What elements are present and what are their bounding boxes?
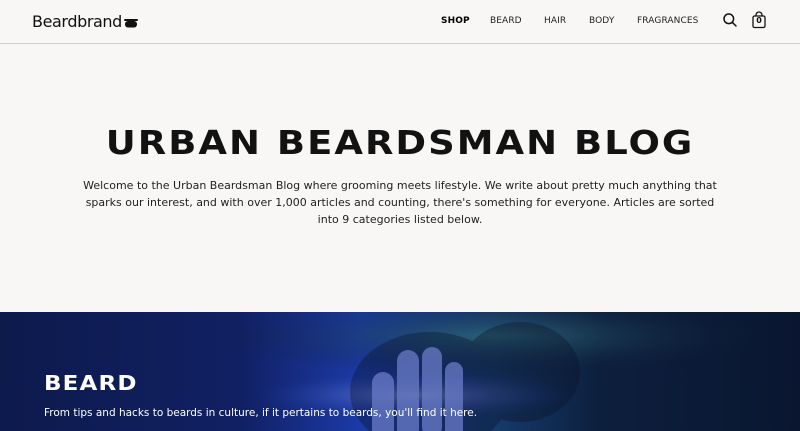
nav-item-fragrances[interactable]: FRAGRANCES (637, 16, 699, 26)
page-title: URBAN BEARDSMAN BLOG (105, 123, 695, 162)
brand-logo[interactable]: Beardbrand (32, 12, 138, 31)
cart-button[interactable]: 0 (751, 11, 767, 29)
search-icon[interactable] (722, 12, 738, 28)
intro-description: Welcome to the Urban Beardsman Blog wher… (83, 179, 717, 226)
category-banner-beard[interactable]: BEARD From tips and hacks to beards in c… (0, 312, 800, 431)
mustache-tin-icon (123, 18, 138, 27)
nav-item-hair[interactable]: HAIR (544, 16, 566, 26)
site-header: Beardbrand SHOP BEARD HAIR BODY FRAGRANC… (0, 0, 800, 44)
nav-item-body[interactable]: BODY (589, 16, 614, 26)
category-title: BEARD (44, 371, 138, 395)
category-description: From tips and hacks to beards in culture… (44, 407, 478, 419)
brand-logo-text: Beardbrand (32, 12, 122, 31)
nav-item-shop[interactable]: SHOP (441, 16, 470, 26)
cart-count: 0 (756, 16, 762, 25)
blog-intro: URBAN BEARDSMAN BLOG Welcome to the Urba… (0, 45, 800, 312)
nav-item-beard[interactable]: BEARD (490, 16, 522, 26)
